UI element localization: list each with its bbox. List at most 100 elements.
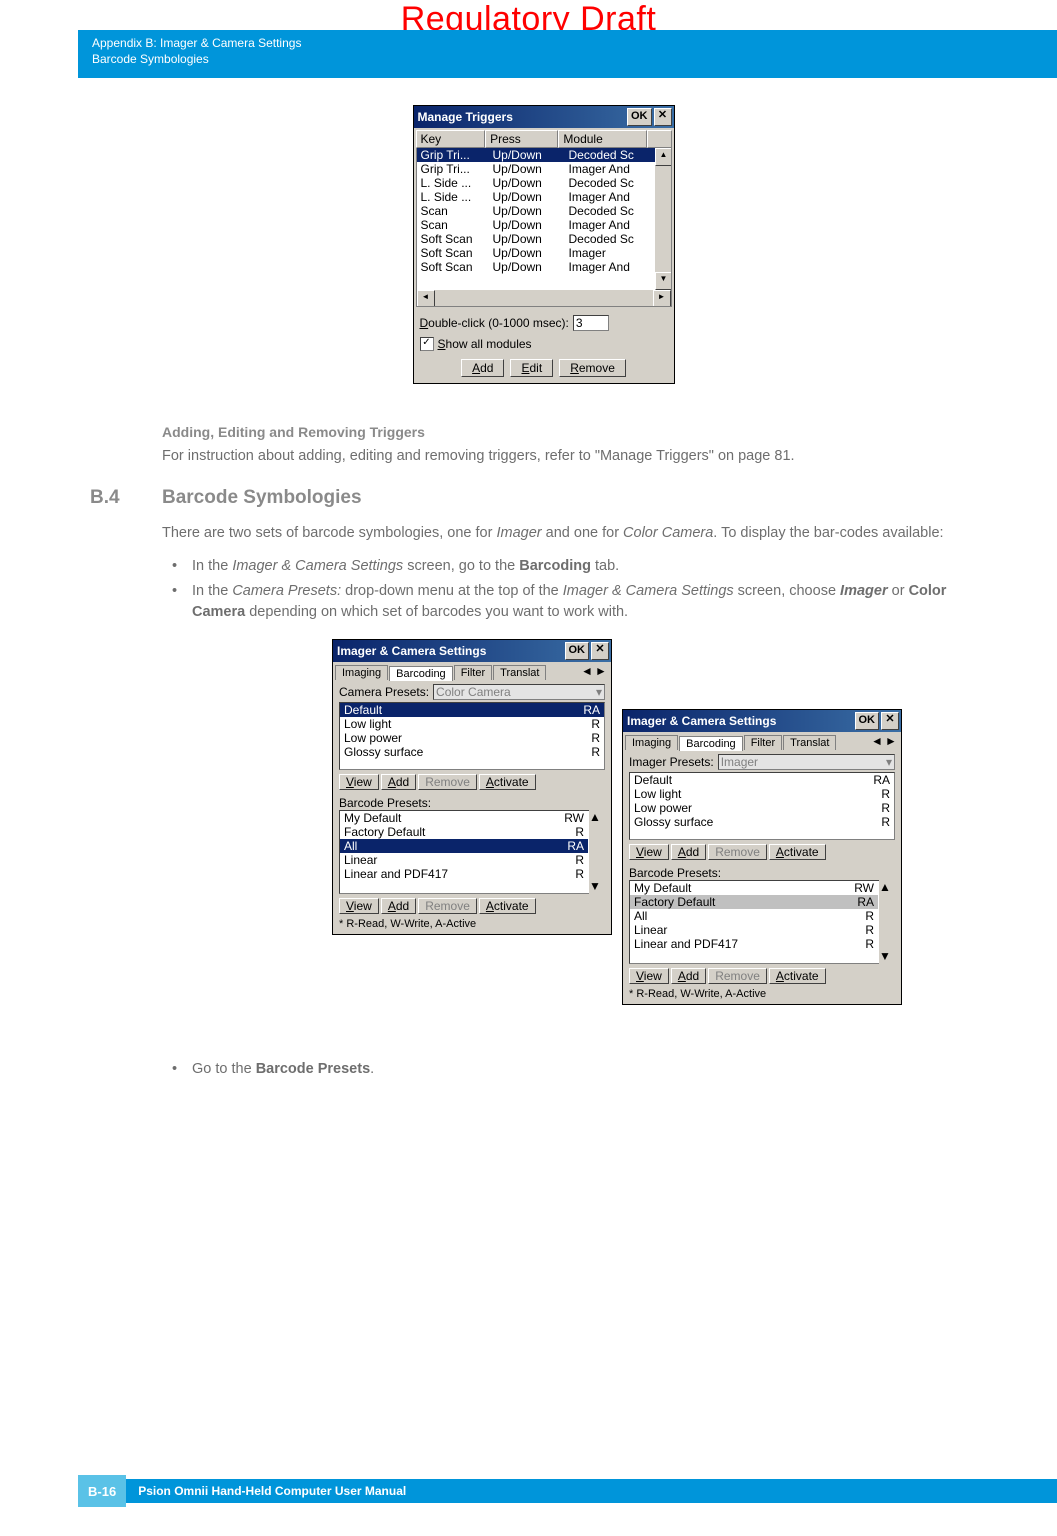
- list-item[interactable]: Factory DefaultRA: [630, 895, 878, 909]
- table-row[interactable]: Soft ScanUp/DownDecoded Sc: [417, 232, 671, 246]
- list-item[interactable]: Low lightR: [340, 717, 604, 731]
- scroll-down-icon[interactable]: ▼: [655, 272, 672, 290]
- tab-barcoding[interactable]: Barcoding: [679, 736, 743, 751]
- table-row[interactable]: Soft ScanUp/DownImager: [417, 246, 671, 260]
- remove-button[interactable]: Remove: [708, 968, 767, 984]
- activate-button[interactable]: Activate: [479, 898, 536, 914]
- camera-presets-combo[interactable]: Color Camera ▾: [433, 684, 605, 700]
- add-button[interactable]: Add: [671, 844, 706, 860]
- barcode-presets-label: Barcode Presets:: [333, 794, 611, 810]
- remove-button[interactable]: Remove: [418, 898, 477, 914]
- scroll-down-icon[interactable]: ▼: [879, 949, 894, 964]
- scroll-down-icon[interactable]: ▼: [589, 879, 604, 894]
- activate-button[interactable]: Activate: [479, 774, 536, 790]
- edit-button[interactable]: Edit: [510, 359, 553, 377]
- imager-presets-list[interactable]: DefaultRALow lightRLow powerRGlossy surf…: [629, 772, 895, 840]
- view-button[interactable]: View: [629, 844, 669, 860]
- list-item[interactable]: Low lightR: [630, 787, 894, 801]
- remove-button[interactable]: Remove: [559, 359, 626, 377]
- ok-button[interactable]: OK: [627, 108, 652, 126]
- show-all-checkbox[interactable]: ✓ Show all modules: [420, 337, 668, 351]
- add-button[interactable]: Add: [461, 359, 504, 377]
- list-item[interactable]: My DefaultRW: [630, 881, 878, 895]
- vertical-scrollbar[interactable]: ▲ ▼: [655, 148, 671, 290]
- table-row[interactable]: ScanUp/DownImager And: [417, 218, 671, 232]
- tab-imaging[interactable]: Imaging: [335, 665, 388, 680]
- list-item[interactable]: LinearR: [340, 853, 588, 867]
- bullet-1: In the Imager & Camera Settings screen, …: [162, 556, 997, 577]
- table-row[interactable]: ScanUp/DownDecoded Sc: [417, 204, 671, 218]
- list-item[interactable]: Glossy surfaceR: [340, 745, 604, 759]
- tab-filter[interactable]: Filter: [454, 665, 492, 680]
- settings-dialog-imager: Imager & Camera Settings OK ✕ Imaging Ba…: [622, 709, 902, 1005]
- list-item[interactable]: AllRA: [340, 839, 588, 853]
- table-row[interactable]: L. Side ...Up/DownImager And: [417, 190, 671, 204]
- add-button[interactable]: Add: [671, 968, 706, 984]
- add-button[interactable]: Add: [381, 898, 416, 914]
- scroll-right-icon[interactable]: ►: [653, 290, 671, 307]
- list-item[interactable]: Factory DefaultR: [340, 825, 588, 839]
- table-row[interactable]: Grip Tri...Up/DownDecoded Sc: [417, 148, 671, 162]
- tab-barcoding[interactable]: Barcoding: [389, 666, 453, 681]
- list-scrollbar[interactable]: ▲ ▼: [879, 880, 895, 964]
- col-key[interactable]: Key: [416, 130, 486, 148]
- tab-scroll-right-icon[interactable]: ►: [595, 664, 609, 680]
- remove-button[interactable]: Remove: [708, 844, 767, 860]
- activate-button[interactable]: Activate: [769, 968, 826, 984]
- view-button[interactable]: View: [339, 898, 379, 914]
- horizontal-scrollbar[interactable]: ◄ ►: [417, 290, 671, 306]
- content: Manage Triggers OK ✕ Key Press Module Gr…: [90, 105, 997, 1096]
- list-item[interactable]: My DefaultRW: [340, 811, 588, 825]
- table-row[interactable]: L. Side ...Up/DownDecoded Sc: [417, 176, 671, 190]
- imager-presets-combo[interactable]: Imager ▾: [718, 754, 895, 770]
- scroll-up-icon[interactable]: ▲: [879, 880, 894, 895]
- list-item[interactable]: LinearR: [630, 923, 878, 937]
- list-item[interactable]: Glossy surfaceR: [630, 815, 894, 829]
- checkbox-icon[interactable]: ✓: [420, 337, 434, 351]
- imager-presets-label: Imager Presets:: [629, 755, 714, 769]
- tab-imaging[interactable]: Imaging: [625, 735, 678, 750]
- add-button[interactable]: Add: [381, 774, 416, 790]
- tab-translat[interactable]: Translat: [493, 665, 546, 680]
- list-scrollbar[interactable]: ▲ ▼: [589, 810, 605, 894]
- para-intro: There are two sets of barcode symbologie…: [162, 523, 997, 544]
- remove-button[interactable]: Remove: [418, 774, 477, 790]
- col-module[interactable]: Module: [558, 130, 646, 148]
- footnote: * R-Read, W-Write, A-Active: [623, 988, 901, 1004]
- tab-filter[interactable]: Filter: [744, 735, 782, 750]
- dialog-title: Manage Triggers: [418, 110, 513, 124]
- table-row[interactable]: Soft ScanUp/DownImager And: [417, 260, 671, 274]
- close-button[interactable]: ✕: [591, 642, 609, 660]
- show-all-label: Show all modules: [438, 337, 532, 351]
- tab-scroll-left-icon[interactable]: ◄: [871, 734, 885, 750]
- list-item[interactable]: DefaultRA: [630, 773, 894, 787]
- tab-scroll-left-icon[interactable]: ◄: [581, 664, 595, 680]
- scroll-up-icon[interactable]: ▲: [589, 810, 604, 825]
- tab-scroll-right-icon[interactable]: ►: [885, 734, 899, 750]
- list-item[interactable]: Linear and PDF417R: [630, 937, 878, 951]
- table-row[interactable]: Grip Tri...Up/DownImager And: [417, 162, 671, 176]
- tab-translat[interactable]: Translat: [783, 735, 836, 750]
- section-title: Barcode Symbologies: [162, 487, 362, 509]
- header-line2: Barcode Symbologies: [92, 52, 1057, 68]
- barcode-presets-list[interactable]: My DefaultRWFactory DefaultRAAllRLinearR…: [629, 880, 895, 964]
- col-press[interactable]: Press: [485, 130, 558, 148]
- view-button[interactable]: View: [629, 968, 669, 984]
- camera-presets-list[interactable]: DefaultRALow lightRLow powerRGlossy surf…: [339, 702, 605, 770]
- close-button[interactable]: ✕: [654, 108, 672, 126]
- list-item[interactable]: DefaultRA: [340, 703, 604, 717]
- scroll-up-icon[interactable]: ▲: [655, 148, 672, 166]
- barcode-presets-list[interactable]: My DefaultRWFactory DefaultRAllRALinearR…: [339, 810, 605, 894]
- ok-button[interactable]: OK: [855, 712, 880, 730]
- scroll-left-icon[interactable]: ◄: [417, 290, 435, 307]
- list-item[interactable]: Low powerR: [630, 801, 894, 815]
- list-item[interactable]: Low powerR: [340, 731, 604, 745]
- doubleclick-input[interactable]: [573, 315, 609, 331]
- list-item[interactable]: AllR: [630, 909, 878, 923]
- view-button[interactable]: View: [339, 774, 379, 790]
- list-item[interactable]: Linear and PDF417R: [340, 867, 588, 881]
- ok-button[interactable]: OK: [565, 642, 590, 660]
- activate-button[interactable]: Activate: [769, 844, 826, 860]
- tab-bar: Imaging Barcoding Filter Translat ◄ ►: [623, 732, 901, 750]
- close-button[interactable]: ✕: [881, 712, 899, 730]
